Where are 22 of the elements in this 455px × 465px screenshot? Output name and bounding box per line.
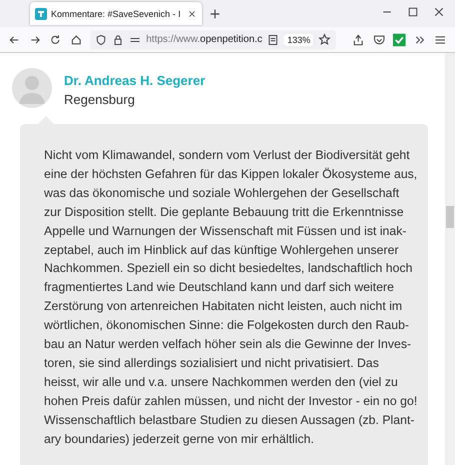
zoom-level[interactable]: 133% — [284, 34, 314, 46]
address-bar[interactable]: https://www.openpetition.c 133% — [90, 30, 336, 50]
url-text: https://www.openpetition.c — [146, 34, 262, 45]
checkmark-extension-icon[interactable] — [393, 32, 406, 46]
reload-icon[interactable] — [49, 32, 62, 46]
site-logo-icon — [35, 8, 47, 20]
tab-title: Kommentare: #SaveSevenich - I — [51, 8, 182, 18]
pocket-icon[interactable] — [372, 32, 386, 46]
maximize-icon[interactable] — [407, 6, 419, 18]
lock-icon[interactable] — [112, 34, 124, 46]
close-window-icon[interactable] — [433, 6, 445, 18]
comment-text: Nicht vom Klimawandel, sondern vom Verlust der Biodiversität geht eine der höchsten Gefahren für das Kippen lokaler Ökosysteme aus, was das ökonomische und soziale Wohlergehen der Gesellschaft zur Disposition stellt. Die geplante Bebauung tritt die Erkenntnisse Appelle und Warnungen der Wissenschaft mit Füssen und ist inak- zeptabel, auch im Hinblick auf das künftige Wohlergehen unserer Nachkommen. Speziell ein so dicht besiedeltes, landschaftlich hoch fragmentiertes Land wie Deutschland kann und darf sich weitere Zerstörung von artenreichen Habitaten nicht leisten, auch nicht im wörtlichen, ökonomischen Sinne: die Folgekosten durch den Raub- bau an Natur werden velfach höher sein als die Gewinne der Inves- toren, sie sind allerdings sozialisiert und nicht privatisiert. Das heisst, wir alle und v.a. unsere Nachkommen werden den (viel zu hohen Preis dafür zahlen müssen, und nicht der Investor - ein no go! Wissenschaftlich belastbare Studien zu diesen Aussagen (zb. Plant- ary boundaries) jederzeit gerne von mir erhältlich. — [44, 147, 418, 448]
scrollbar[interactable] — [445, 53, 455, 465]
new-tab-icon[interactable] — [208, 7, 222, 21]
home-icon[interactable] — [70, 32, 82, 46]
close-icon[interactable] — [186, 8, 197, 18]
browser-tab[interactable]: Kommentare: #SaveSevenich - I — [30, 2, 202, 25]
author-location: Regensburg — [64, 92, 136, 107]
bookmark-star-icon[interactable] — [318, 33, 332, 46]
reader-view-icon[interactable] — [267, 34, 280, 46]
shield-icon[interactable] — [95, 34, 108, 46]
share-icon[interactable] — [352, 32, 365, 46]
